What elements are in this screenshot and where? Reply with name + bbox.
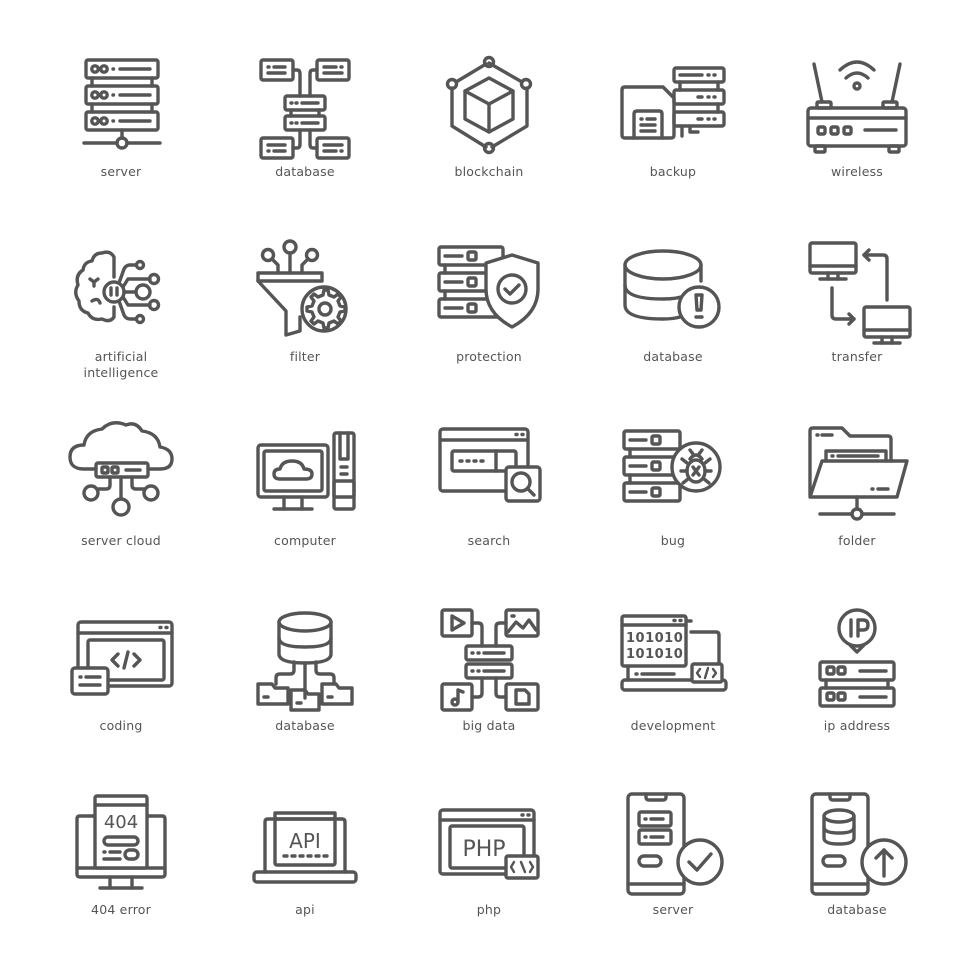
coding-window-icon	[70, 619, 174, 696]
php-window-icon: PHP	[438, 808, 540, 880]
icon-cell-database-alert: database	[581, 235, 765, 420]
icon-label: folder	[838, 533, 876, 548]
icon-label: server	[100, 164, 142, 179]
wireless-router-icon	[806, 60, 908, 154]
icon-cell-mobile-database: database	[765, 788, 949, 973]
server-shield-icon	[437, 244, 540, 329]
network-folder-icon	[808, 426, 909, 521]
icon-cell-transfer: transfer	[765, 235, 949, 420]
server-icon	[82, 58, 162, 150]
api-laptop-icon: API	[252, 811, 358, 884]
icon-label: 404 error	[91, 902, 151, 917]
icon-cell-development: 101010 101010 development	[581, 604, 765, 789]
icon-cell-database: database	[213, 50, 397, 235]
icon-label: artificial intelligence	[83, 348, 159, 380]
icon-cell-artificial-intelligence: artificial intelligence	[29, 235, 213, 420]
icon-label: search	[467, 533, 511, 548]
server-cloud-icon	[68, 421, 174, 517]
icon-cell-computer: computer	[213, 419, 397, 604]
icon-cell-big-data: big data	[397, 604, 581, 789]
icon-cell-database-folders: database	[213, 604, 397, 789]
icon-label: backup	[649, 164, 697, 179]
icon-label: database	[643, 348, 703, 364]
desktop-computer-icon	[256, 431, 356, 511]
icon-label: database	[275, 717, 335, 733]
icon-cell-folder: folder	[765, 419, 949, 604]
icon-label: blockchain	[454, 164, 524, 179]
svg-text:101010: 101010	[626, 631, 683, 646]
icon-cell-coding: coding	[29, 604, 213, 789]
icon-label: coding	[99, 717, 143, 733]
icon-label: bug	[660, 533, 686, 548]
icon-label: api	[295, 902, 315, 917]
error-code-text: 404	[104, 812, 138, 833]
icon-cell-ip-address: ip address	[765, 604, 949, 789]
browser-search-icon	[438, 427, 542, 503]
icon-label: big data	[462, 717, 516, 733]
icon-label: protection	[456, 348, 522, 364]
backup-icon	[620, 66, 726, 140]
icon-label: transfer	[831, 348, 883, 364]
icon-label: server cloud	[81, 533, 161, 548]
icon-grid: server database blockchain backup wirele…	[29, 50, 949, 973]
icon-cell-wireless: wireless	[765, 50, 949, 235]
ip-server-icon	[818, 607, 896, 708]
php-text: PHP	[462, 837, 505, 862]
icon-label: computer	[274, 533, 336, 548]
icon-label: filter	[289, 348, 321, 364]
computer-transfer-icon	[808, 240, 912, 345]
icon-cell-api: API api	[213, 788, 397, 973]
icon-label: database	[275, 164, 335, 179]
svg-text:101010: 101010	[626, 647, 683, 662]
icon-cell-backup: backup	[581, 50, 765, 235]
mobile-server-check-icon	[626, 792, 724, 896]
database-network-icon	[259, 58, 351, 160]
icon-cell-mobile-server: server	[581, 788, 765, 973]
filter-gear-icon	[256, 238, 348, 337]
icon-label: ip address	[823, 717, 891, 733]
icon-cell-php: PHP php	[397, 788, 581, 973]
icon-cell-blockchain: blockchain	[397, 50, 581, 235]
icon-label: development	[630, 717, 716, 733]
big-data-icon	[440, 607, 540, 712]
mobile-database-upload-icon	[810, 792, 908, 896]
icon-label: wireless	[830, 164, 884, 179]
server-bug-icon	[622, 429, 722, 503]
icon-label: php	[476, 902, 502, 917]
icon-cell-protection: protection	[397, 235, 581, 420]
icon-label: server	[652, 902, 694, 917]
development-laptop-icon: 101010 101010	[620, 613, 728, 692]
icon-cell-bug: bug	[581, 419, 765, 604]
database-alert-icon	[623, 248, 721, 329]
error-404-monitor-icon: 404	[75, 794, 167, 890]
icon-cell-search: search	[397, 419, 581, 604]
database-folders-icon	[256, 610, 354, 712]
blockchain-icon	[445, 55, 533, 155]
icon-cell-server-cloud: server cloud	[29, 419, 213, 604]
icon-cell-server: server	[29, 50, 213, 235]
icon-cell-404-error: 404 404 error	[29, 788, 213, 973]
icon-cell-filter: filter	[213, 235, 397, 420]
ai-brain-icon	[74, 249, 161, 324]
icon-label: database	[827, 902, 887, 917]
api-text: API	[289, 829, 321, 853]
